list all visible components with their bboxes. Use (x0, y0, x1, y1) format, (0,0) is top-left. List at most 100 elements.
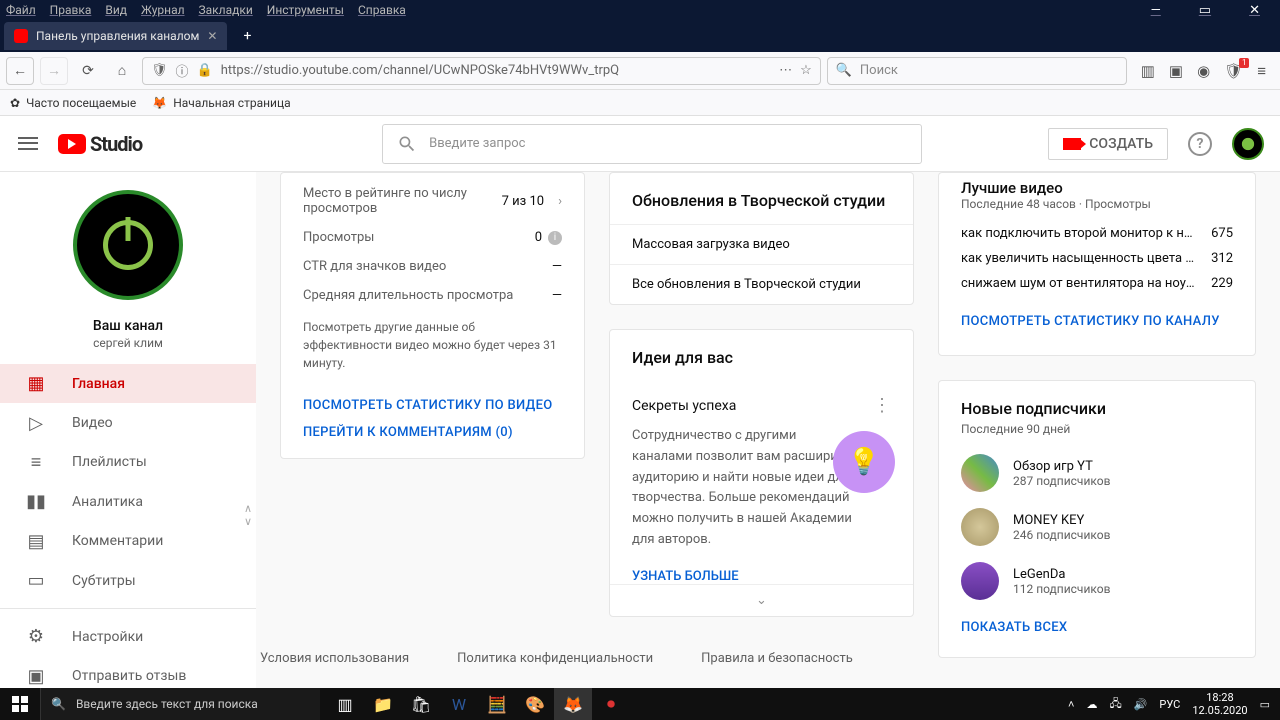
reload-button[interactable]: ⟳ (74, 57, 102, 85)
ideas-card: Идеи для вас Секреты успеха⋮ Сотрудничес… (609, 329, 914, 617)
tray-chevron-icon[interactable]: ˄ (1068, 698, 1074, 711)
extension-icon[interactable]: 🛡 (1224, 62, 1243, 80)
subscriber-row[interactable]: MONEY KEY246 подписчиков (939, 500, 1255, 554)
info-icon[interactable]: ⓘ (176, 61, 189, 80)
tab-close[interactable]: ✕ (207, 29, 217, 43)
help-button[interactable]: ? (1188, 132, 1212, 156)
stats-card: Место в рейтинге по числу просмотров7 из… (280, 172, 585, 459)
top-video-row[interactable]: как увеличить насыщенность цвета на экра… (939, 246, 1255, 271)
menu-view[interactable]: Вид (105, 3, 127, 17)
footer-rules[interactable]: Правила и безопасность (701, 651, 853, 666)
back-button[interactable]: ← (6, 57, 34, 85)
store-icon[interactable]: 🛍 (402, 688, 440, 720)
sidebar-item-comments[interactable]: ▤Комментарии (0, 522, 256, 561)
url-field[interactable]: 🛡 ⓘ 🔒 https://studio.youtube.com/channel… (142, 57, 821, 85)
browser-tab[interactable]: Панель управления каналом ✕ (4, 22, 227, 50)
search-icon: 🔍 (836, 63, 852, 78)
chevron-right-icon[interactable]: › (558, 194, 562, 209)
lock-icon: 🔒 (197, 63, 213, 78)
tray-network-icon[interactable]: 🖧 (1109, 695, 1121, 714)
subscribers-card: Новые подписчики Последние 90 дней Обзор… (938, 380, 1256, 658)
home-button[interactable]: ⌂ (108, 57, 136, 85)
idea-text: Сотрудничество с другими каналами позвол… (632, 426, 852, 551)
analytics-icon: ▮▮ (24, 491, 48, 512)
hamburger-button[interactable] (16, 132, 40, 156)
menu-icon[interactable]: ≡ (1257, 62, 1266, 80)
menu-file[interactable]: Файл (6, 3, 36, 17)
sidebar-item-settings[interactable]: ⚙Настройки (0, 617, 256, 656)
star-icon[interactable]: ☆ (800, 63, 812, 78)
subscriber-row[interactable]: LeGenDa112 подписчиков (939, 554, 1255, 608)
sidebar-item-home[interactable]: ▦Главная (0, 364, 256, 403)
window-close[interactable]: ✕ (1249, 3, 1260, 18)
scroll-indicator[interactable]: ∧∨ (244, 502, 252, 528)
browser-search[interactable]: 🔍 Поиск (827, 57, 1127, 85)
bookmarks-bar: ✿ Часто посещаемые 🦊 Начальная страница (0, 90, 1280, 116)
subscriber-row[interactable]: Обзор игр YT287 подписчиков (939, 446, 1255, 500)
menu-edit[interactable]: Правка (50, 3, 92, 17)
footer-links: Условия использования Политика конфиденц… (260, 633, 853, 684)
account-icon[interactable]: ◉ (1197, 62, 1210, 80)
start-button[interactable] (0, 688, 40, 720)
footer-privacy[interactable]: Политика конфиденциальности (457, 651, 653, 666)
update-bulk-upload[interactable]: Массовая загрузка видео (610, 224, 913, 264)
sidebar-item-subtitles[interactable]: ▭Субтитры (0, 561, 256, 600)
account-avatar[interactable] (1232, 128, 1264, 160)
studio-search[interactable]: Введите запрос (382, 124, 922, 164)
record-icon[interactable]: ⏺ (592, 688, 630, 720)
sidebar-item-video[interactable]: ▷Видео (0, 403, 256, 442)
window-minimize[interactable]: — (1151, 3, 1161, 18)
new-tab-button[interactable]: + (235, 24, 259, 48)
sidebar-item-playlists[interactable]: ≡Плейлисты (0, 443, 256, 482)
footer-terms[interactable]: Условия использования (260, 651, 409, 666)
firefox-icon[interactable]: 🦊 (554, 688, 592, 720)
create-button[interactable]: СОЗДАТЬ (1048, 128, 1168, 160)
gear-icon: ⚙ (24, 626, 48, 647)
stats-note: Посмотреть другие данные об эффективност… (281, 310, 584, 386)
idea-subtitle: Секреты успеха (632, 398, 736, 414)
menu-bookmarks[interactable]: Закладки (199, 3, 253, 17)
paint-icon[interactable]: 🎨 (516, 688, 554, 720)
bookmark-frequent[interactable]: ✿ Часто посещаемые (10, 96, 136, 110)
studio-logo[interactable]: Studio (58, 132, 142, 156)
tab-strip: Панель управления каналом ✕ + (0, 20, 1280, 52)
link-channel-stats[interactable]: ПОСМОТРЕТЬ СТАТИСТИКУ ПО КАНАЛУ (939, 296, 1255, 341)
tray-lang[interactable]: РУС (1159, 698, 1180, 711)
taskbar-search[interactable]: 🔍 Введите здесь текст для поиска (40, 688, 320, 720)
more-icon[interactable]: ⋮ (873, 395, 891, 416)
menu-history[interactable]: Журнал (141, 3, 185, 17)
url-more-icon[interactable]: ⋯ (779, 63, 792, 78)
feedback-icon: ▣ (24, 666, 48, 687)
sidebar-item-analytics[interactable]: ▮▮Аналитика (0, 482, 256, 521)
tray-volume-icon[interactable]: 🔊 (1134, 698, 1148, 711)
tray-clock[interactable]: 18:2812.05.2020 (1192, 691, 1247, 717)
link-video-stats[interactable]: ПОСМОТРЕТЬ СТАТИСТИКУ ПО ВИДЕО (281, 386, 584, 425)
menu-help[interactable]: Справка (358, 3, 406, 17)
link-show-all[interactable]: ПОКАЗАТЬ ВСЕХ (939, 608, 1255, 647)
tray-onedrive-icon[interactable]: ☁ (1086, 698, 1097, 711)
update-all[interactable]: Все обновления в Творческой студии (610, 264, 913, 304)
word-icon[interactable]: W (440, 688, 478, 720)
link-comments[interactable]: ПЕРЕЙТИ К КОММЕНТАРИЯМ (0) (281, 425, 584, 458)
channel-block: Ваш канал сергей клим (0, 172, 256, 364)
explorer-icon[interactable]: 📁 (364, 688, 402, 720)
channel-avatar[interactable] (73, 190, 183, 300)
forward-button[interactable]: → (40, 57, 68, 85)
bookmark-home[interactable]: 🦊 Начальная страница (152, 96, 290, 110)
calc-icon[interactable]: 🧮 (478, 688, 516, 720)
updates-title: Обновления в Творческой студии (610, 173, 913, 224)
sidebar-icon[interactable]: ▣ (1169, 62, 1183, 80)
studio-header: Studio Введите запрос СОЗДАТЬ ? (0, 116, 1280, 172)
top-video-row[interactable]: как подключить второй монитор к ноутбуку… (939, 221, 1255, 246)
tray-notifications-icon[interactable]: ▭ (1260, 698, 1270, 711)
info-icon[interactable]: i (548, 231, 562, 245)
power-icon (103, 220, 153, 270)
comments-icon: ▤ (24, 531, 48, 552)
menu-tools[interactable]: Инструменты (267, 3, 344, 17)
top-video-row[interactable]: снижаем шум от вентилятора на ноутбуке22… (939, 271, 1255, 296)
library-icon[interactable]: ▥ (1141, 62, 1155, 80)
window-maximize[interactable]: ▭ (1199, 3, 1211, 18)
tab-title: Панель управления каналом (36, 29, 199, 43)
shield-icon: 🛡 (151, 63, 168, 78)
task-view-icon[interactable]: ▥ (326, 688, 364, 720)
